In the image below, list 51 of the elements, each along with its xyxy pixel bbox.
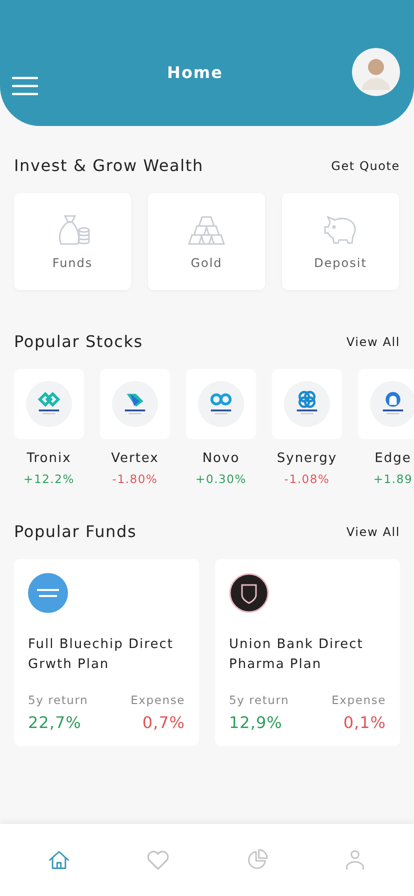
stat-label: 5y return: [28, 693, 88, 707]
section-title: Invest & Grow Wealth: [14, 156, 204, 175]
avatar[interactable]: [352, 48, 400, 96]
stock-name: Tronix: [26, 451, 72, 466]
fund-name: Union Bank Direct Pharma Plan: [229, 636, 364, 674]
stock-logo-tile[interactable]: [358, 369, 414, 439]
expense-value: 0,1%: [343, 713, 386, 732]
stock-change: -1.80%: [112, 472, 158, 486]
stock-logo-tile[interactable]: [272, 369, 342, 439]
stock-change: -1.08%: [284, 472, 330, 486]
invest-option-card[interactable]: Funds: [14, 193, 131, 290]
view-all-link[interactable]: View All: [346, 334, 400, 348]
fund-logo-icon: [229, 573, 269, 613]
stock-change: +12.2%: [24, 472, 74, 486]
fund-name: Full Bluechip Direct Grwth Plan: [28, 636, 174, 674]
pie-chart-icon[interactable]: [246, 849, 268, 871]
company-logo-icon: [112, 381, 158, 427]
company-logo-icon: [26, 381, 72, 427]
return-value: 12,9%: [229, 713, 282, 732]
fund-logo-icon: [28, 573, 68, 613]
company-logo-icon: [284, 381, 330, 427]
view-all-link[interactable]: View All: [346, 524, 400, 538]
stock-change: +1.89: [373, 472, 413, 486]
stock-logo-tile[interactable]: [186, 369, 256, 439]
fund-card[interactable]: Union Bank Direct Pharma Plan 5y return 12,9% Expense 0,1%: [215, 559, 400, 746]
stat-label: Expense: [332, 693, 386, 707]
stat-label: Expense: [130, 693, 185, 707]
home-icon[interactable]: [48, 849, 70, 871]
bullion-icon: [186, 214, 226, 246]
stock-logo-tile[interactable]: [100, 369, 170, 439]
invest-option-card[interactable]: Deposit: [282, 193, 399, 290]
stock-name: Novo: [202, 451, 240, 466]
return-value: 22,7%: [28, 713, 82, 732]
heart-icon[interactable]: [146, 849, 170, 871]
stock-name: Synergy: [276, 451, 338, 466]
company-logo-icon: [198, 381, 244, 427]
company-logo-icon: [370, 381, 414, 427]
stat-label: 5y return: [229, 693, 290, 707]
get-quote-link[interactable]: Get Quote: [331, 158, 400, 172]
fund-card[interactable]: Full Bluechip Direct Grwth Plan 5y return 22,7% Expense 0,7%: [14, 559, 199, 746]
invest-option-card[interactable]: Gold: [148, 193, 265, 290]
section-title: Popular Stocks: [14, 332, 143, 351]
section-title: Popular Funds: [14, 522, 137, 541]
screen-title: Home: [167, 63, 223, 82]
user-icon[interactable]: [344, 849, 366, 871]
expense-value: 0,7%: [142, 713, 185, 732]
stock-name: Vertex: [111, 451, 159, 466]
stock-change: +0.30%: [196, 472, 246, 486]
menu-icon[interactable]: [12, 76, 38, 96]
stock-logo-tile[interactable]: [14, 369, 84, 439]
stock-name: Edge: [374, 451, 412, 466]
